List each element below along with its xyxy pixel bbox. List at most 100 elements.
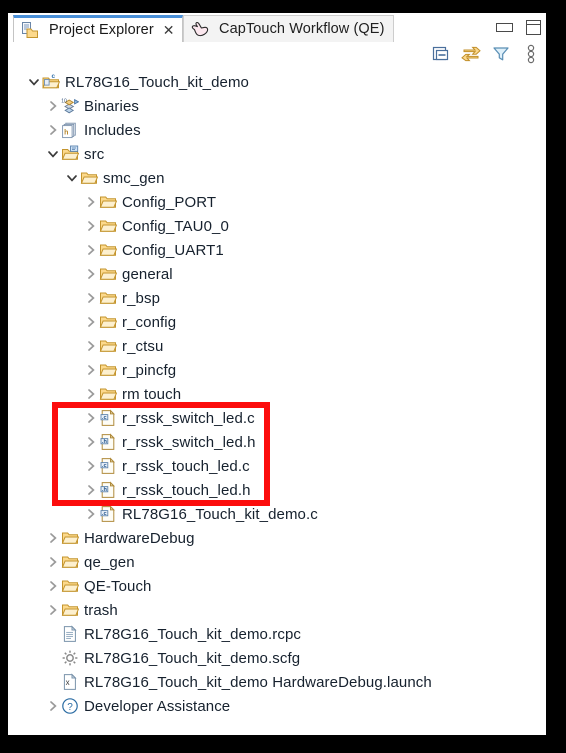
chevron-right-icon[interactable]: [45, 550, 61, 574]
tree-row[interactable]: Config_TAU0_0: [8, 214, 546, 238]
tree-row[interactable]: .c RL78G16_Touch_kit_demo.c: [8, 502, 546, 526]
chevron-right-icon[interactable]: [83, 190, 99, 214]
tree-row[interactable]: QE-Touch: [8, 574, 546, 598]
tree-row[interactable]: Config_PORT: [8, 190, 546, 214]
maximize-icon[interactable]: [526, 20, 541, 35]
tree-row[interactable]: .cr_rssk_switch_led.c: [8, 406, 546, 430]
tree-row[interactable]: .h r_rssk_switch_led.h: [8, 430, 546, 454]
tree-row[interactable]: c RL78G16_Touch_kit_demo: [8, 70, 546, 94]
tree-row[interactable]: trash: [8, 598, 546, 622]
tree-row-label: Developer Assistance: [84, 698, 230, 715]
includes-icon: h: [61, 121, 79, 139]
source-folder-icon: [61, 145, 79, 163]
chevron-right-icon[interactable]: [83, 238, 99, 262]
vertical-dots-icon: [526, 44, 536, 69]
chevron-right-icon[interactable]: [83, 478, 99, 502]
tree-row[interactable]: HardwareDebug: [8, 526, 546, 550]
tree-row[interactable]: r_ctsu: [8, 334, 546, 358]
tree-row[interactable]: Config_UART1: [8, 238, 546, 262]
chevron-right-icon[interactable]: [83, 214, 99, 238]
chevron-right-icon[interactable]: [83, 262, 99, 286]
tree-row[interactable]: 10Binaries: [8, 94, 546, 118]
twisty-placeholder: [45, 670, 61, 694]
tree-row-label: RL78G16_Touch_kit_demo: [65, 74, 249, 91]
chevron-right-icon[interactable]: [83, 454, 99, 478]
tree-row[interactable]: .h r_rssk_touch_led.h: [8, 478, 546, 502]
folder-icon: [61, 553, 79, 571]
tree-row[interactable]: smc_gen: [8, 166, 546, 190]
binaries-icon: 10: [61, 97, 79, 115]
collapse-all-button[interactable]: [431, 46, 451, 66]
chevron-right-icon[interactable]: [83, 334, 99, 358]
tree-row[interactable]: rm touch: [8, 382, 546, 406]
chevron-right-icon[interactable]: [83, 502, 99, 526]
chevron-down-icon[interactable]: [45, 142, 61, 166]
chevron-right-icon[interactable]: [45, 118, 61, 142]
tree-row[interactable]: RL78G16_Touch_kit_demo.rcpc: [8, 622, 546, 646]
tree-row[interactable]: r_config: [8, 310, 546, 334]
tree-row-label: RL78G16_Touch_kit_demo.c: [122, 506, 318, 523]
chevron-right-icon[interactable]: [45, 598, 61, 622]
folder-icon: [99, 241, 117, 259]
tab-captouch-workflow[interactable]: CapTouch Workflow (QE): [183, 15, 394, 42]
tree-row[interactable]: .cr_rssk_touch_led.c: [8, 454, 546, 478]
chevron-right-icon[interactable]: [45, 694, 61, 718]
minimize-icon[interactable]: [496, 23, 513, 32]
svg-text:x: x: [66, 678, 70, 687]
tree-row-label: Config_UART1: [122, 242, 224, 259]
window-controls: [496, 15, 541, 39]
tree-row[interactable]: src: [8, 142, 546, 166]
c-file-icon: .c: [99, 409, 117, 427]
chevron-right-icon[interactable]: [83, 382, 99, 406]
tree-row[interactable]: r_bsp: [8, 286, 546, 310]
svg-text:.c: .c: [102, 463, 107, 469]
tree-row-label: Includes: [84, 122, 141, 139]
folder-icon: [99, 361, 117, 379]
collapse-all-icon: [432, 45, 450, 68]
tree-row-label: r_rssk_touch_led.h: [122, 482, 251, 499]
question-circle-icon: ?: [61, 697, 79, 715]
tree-row[interactable]: RL78G16_Touch_kit_demo.scfg: [8, 646, 546, 670]
tree-row-label: RL78G16_Touch_kit_demo.rcpc: [84, 626, 301, 643]
document-icon: [61, 625, 79, 643]
svg-text:.h: .h: [102, 487, 108, 493]
tree-row-label: Config_TAU0_0: [122, 218, 229, 235]
folder-icon: [61, 601, 79, 619]
tree-row[interactable]: qe_gen: [8, 550, 546, 574]
launch-config-icon: x: [61, 673, 79, 691]
chevron-down-icon[interactable]: [64, 166, 80, 190]
chevron-right-icon[interactable]: [83, 310, 99, 334]
c-project-icon: c: [42, 73, 60, 91]
close-icon[interactable]: ✕: [163, 23, 175, 37]
tree-row-label: r_rssk_switch_led.h: [122, 434, 256, 451]
link-with-editor-button[interactable]: [461, 46, 481, 66]
tree-row[interactable]: general: [8, 262, 546, 286]
chevron-right-icon[interactable]: [83, 406, 99, 430]
chevron-right-icon[interactable]: [83, 286, 99, 310]
twisty-placeholder: [45, 646, 61, 670]
tree-row-label: HardwareDebug: [84, 530, 195, 547]
folder-icon: [61, 577, 79, 595]
chevron-right-icon[interactable]: [83, 430, 99, 454]
chevron-right-icon[interactable]: [83, 358, 99, 382]
view-filter-button[interactable]: [491, 46, 511, 66]
folder-icon: [99, 313, 117, 331]
svg-text:.c: .c: [102, 415, 107, 421]
c-file-icon: .c: [99, 505, 117, 523]
tab-project-explorer[interactable]: Project Explorer ✕: [13, 15, 183, 42]
chevron-down-icon[interactable]: [26, 70, 42, 94]
svg-text:.h: .h: [102, 439, 108, 445]
chevron-right-icon[interactable]: [45, 574, 61, 598]
tree-row[interactable]: ? Developer Assistance: [8, 694, 546, 718]
view-menu-button[interactable]: [521, 46, 541, 66]
tree-row-label: Config_PORT: [122, 194, 216, 211]
tree-row[interactable]: r_pincfg: [8, 358, 546, 382]
tree-row-label: r_pincfg: [122, 362, 176, 379]
tree-row-label: src: [84, 146, 104, 163]
tree-row[interactable]: h Includes: [8, 118, 546, 142]
chevron-right-icon[interactable]: [45, 526, 61, 550]
svg-text:10: 10: [61, 98, 67, 104]
project-tree[interactable]: c RL78G16_Touch_kit_demo 10Binaries h Includ…: [8, 70, 546, 735]
chevron-right-icon[interactable]: [45, 94, 61, 118]
tree-row[interactable]: xRL78G16_Touch_kit_demo HardwareDebug.la…: [8, 670, 546, 694]
